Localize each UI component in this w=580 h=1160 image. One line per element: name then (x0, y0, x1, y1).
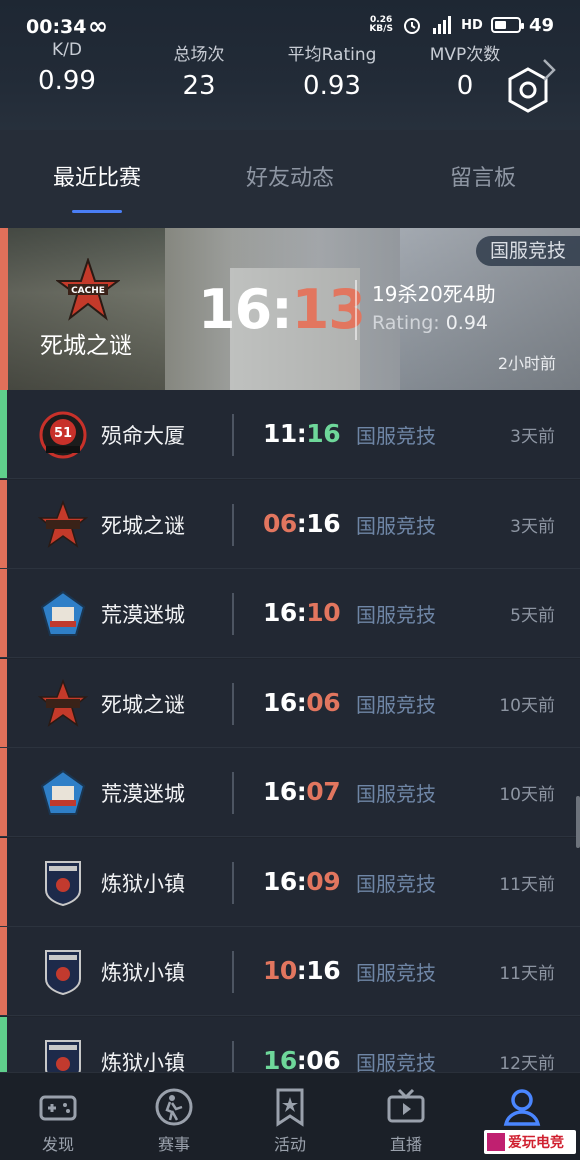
map-name: 殒命大厦 (101, 424, 185, 448)
svg-text:CACHE: CACHE (71, 286, 105, 296)
match-row[interactable]: 死城之谜 16:06 国服竞技 10天前 (0, 658, 580, 748)
soldier-icon (155, 1088, 193, 1126)
inferno-logo (38, 858, 88, 908)
match-row[interactable]: 荒漠迷城 16:10 国服竞技 5天前 (0, 569, 580, 658)
match-mode: 国服竞技 (356, 603, 436, 627)
featured-time-ago: 2小时前 (497, 354, 556, 373)
match-row[interactable]: 炼狱小镇 16:06 国服竞技 12天前 (0, 1016, 580, 1073)
tab-indicator (72, 210, 122, 213)
result-bar (0, 569, 7, 657)
match-row[interactable]: 51 殒命大厦 11:16 国服竞技 3天前 (0, 390, 580, 479)
match-score: 16:07 (263, 777, 341, 806)
match-mode: 国服竞技 (356, 961, 436, 985)
result-bar (0, 837, 7, 926)
mirage-logo (38, 589, 88, 639)
match-mode: 国服竞技 (356, 782, 436, 806)
featured-rating: Rating: 0.94 (372, 312, 489, 334)
cache-logo (37, 499, 89, 550)
tab-friend-activity[interactable]: 好友动态 (215, 160, 365, 192)
tab-message-board[interactable]: 留言板 (408, 160, 558, 192)
featured-kda: 19杀20死4助 (372, 282, 496, 306)
time-ago: 10天前 (499, 785, 555, 805)
stats-row: K/D 0.99 总场次 23 平均Rating 0.93 MVP次数 0 (0, 40, 520, 110)
map-name: 炼狱小镇 (101, 871, 185, 896)
vertigo-logo: 51 (38, 410, 88, 460)
inferno-logo (38, 947, 88, 997)
map-name: 荒漠迷城 (101, 782, 185, 806)
tab-bar: 最近比赛 好友动态 留言板 (0, 130, 580, 228)
time-ago: 12天前 (499, 1053, 555, 1073)
match-mode: 国服竞技 (356, 871, 436, 896)
watermark-logo: 爱玩电竞 (484, 1130, 576, 1154)
profile-header: 00:34 ∞ 0.26 KB/S HD 49 K/D 0.99 总场次 23 (0, 0, 580, 130)
signal-icon (431, 14, 453, 36)
inferno-logo (38, 1037, 88, 1072)
result-bar (0, 479, 7, 568)
stat-kd: K/D 0.99 (38, 40, 96, 96)
result-bar (0, 390, 7, 478)
match-score: 16:06 (263, 1045, 341, 1073)
map-name: 死城之谜 (101, 513, 185, 538)
map-name: 炼狱小镇 (101, 961, 185, 985)
time-ago: 5天前 (510, 606, 555, 626)
result-bar (0, 658, 7, 747)
nav-discover[interactable]: 发现 (0, 1073, 116, 1160)
map-name: 死城之谜 (101, 692, 185, 717)
featured-match-card[interactable]: 国服竞技 CACHE 死城之谜 16:13 19杀20死4助 Rating: 0… (0, 228, 580, 390)
match-score: 16:06 (263, 687, 341, 717)
gamepad-icon (39, 1095, 77, 1121)
match-mode: 国服竞技 (356, 424, 436, 448)
nav-live[interactable]: 直播 (348, 1073, 464, 1160)
time-ago: 3天前 (510, 427, 555, 447)
battery-percent: 49 (528, 14, 554, 36)
result-bar (0, 228, 8, 390)
match-row[interactable]: 荒漠迷城 16:07 国服竞技 10天前 (0, 748, 580, 837)
match-score: 16:10 (263, 598, 341, 627)
hd-icon: HD (461, 17, 483, 33)
match-score: 16:09 (263, 866, 341, 896)
match-row[interactable]: 炼狱小镇 16:09 国服竞技 11天前 (0, 837, 580, 927)
bookmark-star-icon (276, 1088, 304, 1127)
nav-events[interactable]: 赛事 (116, 1073, 232, 1160)
scrollbar[interactable] (576, 796, 580, 848)
match-row[interactable]: 炼狱小镇 10:16 国服竞技 11天前 (0, 927, 580, 1016)
stat-total-matches: 总场次 23 (173, 45, 225, 101)
match-mode: 国服竞技 (356, 692, 436, 717)
chevron-right-icon[interactable] (542, 58, 556, 82)
match-mode-badge: 国服竞技 (475, 236, 580, 266)
match-row[interactable]: 死城之谜 06:16 国服竞技 3天前 (0, 479, 580, 569)
battery-icon (490, 17, 524, 33)
featured-map-name: 死城之谜 (40, 333, 132, 359)
match-score: 11:16 (263, 419, 341, 448)
result-bar (0, 1016, 7, 1072)
match-score: 10:16 (263, 956, 341, 985)
time-ago: 3天前 (510, 516, 555, 537)
time-ago: 11天前 (499, 874, 555, 895)
alarm-icon (401, 14, 423, 36)
infinity-icon: ∞ (88, 12, 108, 40)
svg-text:51: 51 (54, 426, 72, 441)
match-score: 06:16 (263, 508, 341, 538)
result-bar (0, 748, 7, 836)
mirage-logo (38, 768, 88, 818)
nav-activities[interactable]: 活动 (232, 1073, 348, 1160)
match-mode: 国服竞技 (356, 1050, 436, 1073)
cache-logo (37, 678, 89, 729)
cache-logo: CACHE (54, 256, 122, 322)
map-name: 炼狱小镇 (101, 1050, 185, 1073)
match-list: 51 殒命大厦 11:16 国服竞技 3天前 死城之谜 06:16 国服竞技 3天前 荒漠迷城 16… (0, 390, 580, 1072)
map-name: 荒漠迷城 (101, 603, 185, 627)
stat-avg-rating: 平均Rating 0.93 (287, 45, 377, 101)
time-ago: 11天前 (499, 964, 555, 984)
featured-score: 16:13 (198, 278, 366, 341)
time-ago: 10天前 (499, 695, 555, 716)
result-bar (0, 927, 7, 1015)
match-mode: 国服竞技 (356, 513, 436, 538)
network-speed: 0.26 KB/S (369, 15, 393, 34)
tab-recent-matches[interactable]: 最近比赛 (22, 160, 172, 192)
user-icon (503, 1089, 541, 1126)
clock: 00:34 (26, 16, 87, 38)
tv-play-icon (387, 1088, 425, 1123)
